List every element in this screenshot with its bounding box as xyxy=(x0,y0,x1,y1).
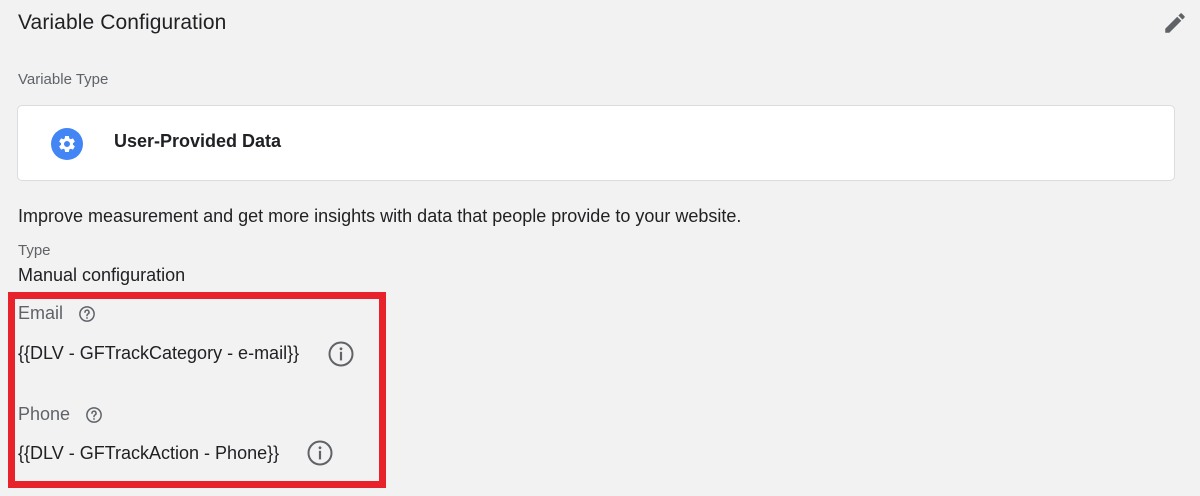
type-value: Manual configuration xyxy=(18,265,186,285)
email-label: Email xyxy=(18,303,64,323)
type-label: Type xyxy=(18,242,51,259)
variable-type-name: User-Provided Data xyxy=(114,131,282,151)
variable-type-card[interactable]: User-Provided Data xyxy=(17,105,1175,181)
variable-type-label: Variable Type xyxy=(18,71,109,88)
help-icon[interactable] xyxy=(85,406,103,424)
info-icon[interactable] xyxy=(328,341,354,367)
gear-icon xyxy=(51,128,83,160)
variable-configuration-page: Variable Configuration Variable Type Use… xyxy=(0,0,1200,496)
description-text: Improve measurement and get more insight… xyxy=(18,206,742,226)
info-icon[interactable] xyxy=(307,440,333,466)
email-value: {{DLV - GFTrackCategory - e-mail}} xyxy=(18,343,300,363)
pencil-icon xyxy=(1165,13,1185,33)
phone-label: Phone xyxy=(18,404,71,424)
help-icon[interactable] xyxy=(78,305,96,323)
section-title: Variable Configuration xyxy=(18,11,227,34)
phone-value: {{DLV - GFTrackAction - Phone}} xyxy=(18,443,280,463)
edit-button[interactable] xyxy=(1160,8,1190,38)
